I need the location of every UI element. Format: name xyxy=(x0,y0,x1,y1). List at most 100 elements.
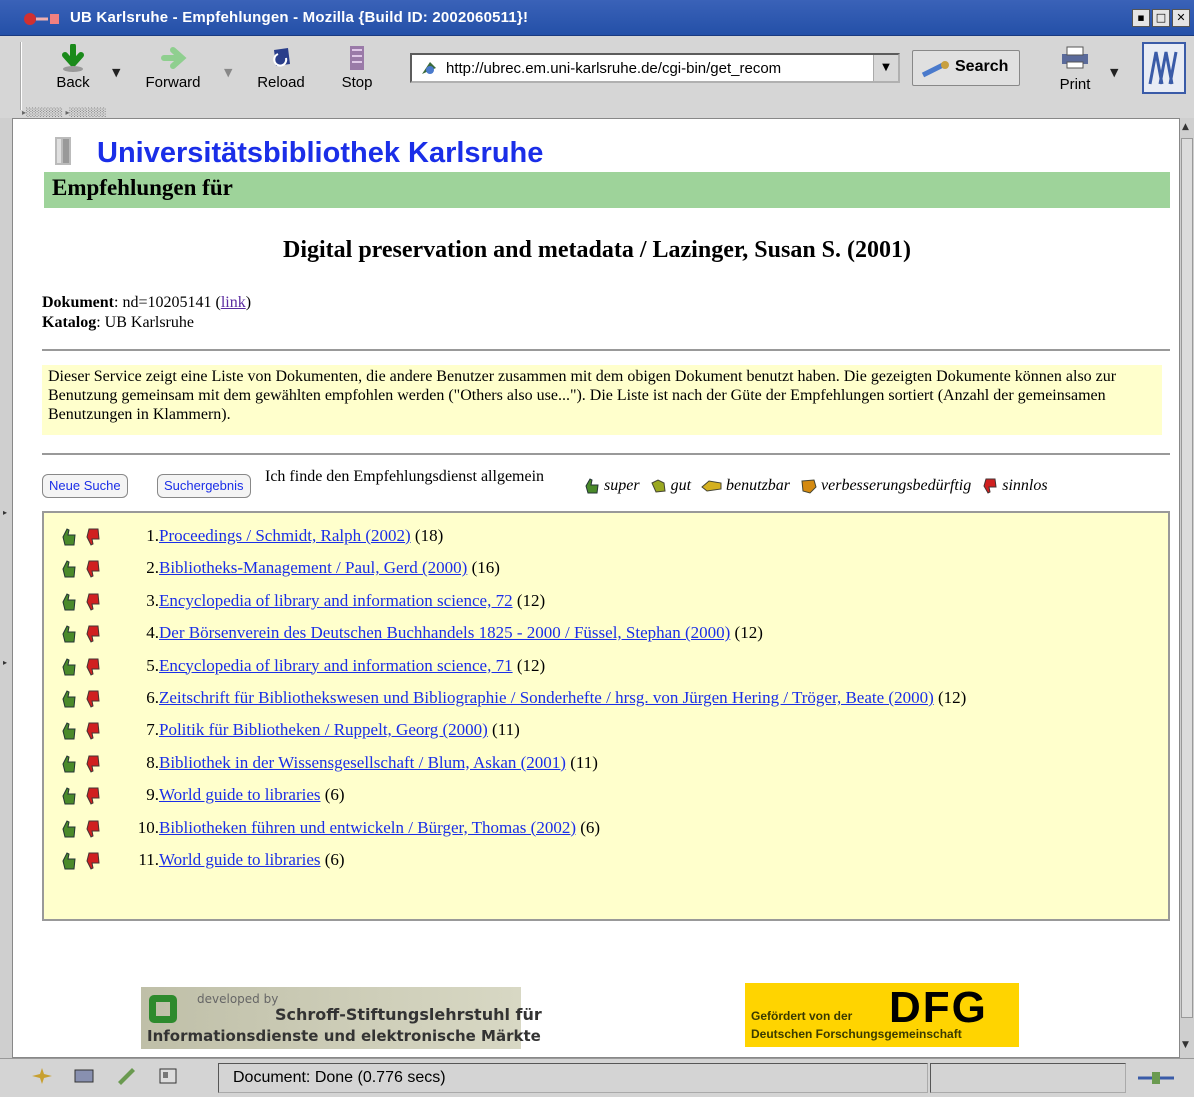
recommendation-number: 10. xyxy=(137,817,159,837)
recommendation-link[interactable]: Encyclopedia of library and information … xyxy=(159,591,513,610)
back-dropdown-icon[interactable]: ▼ xyxy=(112,66,120,79)
recommendation-number: 8. xyxy=(146,752,159,772)
scrollbar-thumb[interactable] xyxy=(1181,138,1193,1018)
hand-flat-icon xyxy=(701,480,722,492)
print-button[interactable]: Print xyxy=(1048,44,1102,100)
minimize-button[interactable]: ▪ xyxy=(1132,9,1150,27)
recommendation-row: 8.Bibliothek in der Wissensgesellschaft … xyxy=(44,752,1168,776)
title-bar: UB Karlsruhe - Empfehlungen - Mozilla {B… xyxy=(0,0,1194,36)
stop-icon xyxy=(350,46,364,70)
stop-button[interactable]: Stop xyxy=(322,44,392,100)
vertical-scrollbar[interactable]: ▲ ▼ xyxy=(1180,118,1194,1058)
reload-label: Reload xyxy=(257,74,305,91)
recommendation-link[interactable]: Zeitschrift für Bibliothekswesen und Bib… xyxy=(159,688,934,707)
print-dropdown-icon[interactable]: ▼ xyxy=(1110,66,1118,79)
url-text[interactable]: http://ubrec.em.uni-karlsruhe.de/cgi-bin… xyxy=(446,60,781,77)
recommendation-count: (6) xyxy=(324,785,345,805)
recommendation-number: 5. xyxy=(146,655,159,675)
url-dropdown-icon[interactable]: ▼ xyxy=(873,55,898,81)
reload-icon xyxy=(273,48,290,67)
printer-icon xyxy=(1062,46,1088,69)
katalog-label: Katalog xyxy=(42,314,97,331)
recommendation-row: 10.Bibliotheken führen und entwickeln / … xyxy=(44,817,1168,841)
legend-label: super xyxy=(604,477,640,494)
recommendation-count: (11) xyxy=(492,720,520,740)
online-status-icon[interactable] xyxy=(1136,1069,1176,1087)
lehrstuhl-name-line1: Schroff-Stiftungslehrstuhl für xyxy=(275,1005,542,1024)
toolbar-collapse-tabs[interactable]: ▸░░░░░░ ▸░░░░░░ xyxy=(22,108,142,118)
browser-window: UB Karlsruhe - Empfehlungen - Mozilla {B… xyxy=(0,0,1194,1097)
toolbar-grip[interactable] xyxy=(20,42,32,110)
recommendation-number: 3. xyxy=(146,590,159,610)
forward-label: Forward xyxy=(145,74,201,91)
sidebar-toggle-icon[interactable]: ▸ xyxy=(3,658,7,667)
recommendation-link[interactable]: World guide to libraries xyxy=(159,850,321,869)
recommendation-row: 2.Bibliotheks-Management / Paul, Gerd (2… xyxy=(44,557,1168,581)
recommendation-link[interactable]: Politik für Bibliotheken / Ruppelt, Geor… xyxy=(159,720,488,739)
rating-benutzbar[interactable]: benutzbar xyxy=(701,477,790,495)
recommendation-number: 1. xyxy=(146,526,159,545)
divider xyxy=(42,349,1170,351)
recommendation-number: 2. xyxy=(146,558,159,578)
thumbs-up-super-icon xyxy=(585,478,599,494)
mozilla-app-icon[interactable] xyxy=(22,11,62,27)
close-button[interactable]: ✕ xyxy=(1172,9,1190,27)
recommendation-count: (6) xyxy=(324,850,345,869)
sidebar-toggle-icon[interactable]: ▸ xyxy=(3,508,7,517)
thumbs-down-icon xyxy=(983,478,997,494)
recommendation-count: (12) xyxy=(734,623,763,643)
recommendation-link[interactable]: Bibliotheks-Management / Paul, Gerd (200… xyxy=(159,558,467,577)
scroll-up-icon[interactable]: ▲ xyxy=(1182,122,1189,132)
rating-super[interactable]: super xyxy=(583,477,640,495)
search-icon xyxy=(921,61,949,78)
rating-gut[interactable]: gut xyxy=(650,477,691,495)
search-results-button[interactable]: Suchergebnis xyxy=(157,474,251,498)
navigator-icon[interactable] xyxy=(30,1066,54,1086)
rating-sinnlos[interactable]: sinnlos xyxy=(981,477,1048,495)
new-search-button[interactable]: Neue Suche xyxy=(42,474,128,498)
address-book-icon[interactable] xyxy=(156,1066,180,1086)
schroff-lehrstuhl-logo[interactable]: developed by Schroff-Stiftungslehrstuhl … xyxy=(141,987,542,1049)
recommendation-link[interactable]: Der Börsenverein des Deutschen Buchhande… xyxy=(159,623,730,642)
reload-button[interactable]: Reload xyxy=(246,44,316,100)
recommendation-row: 4.Der Börsenverein des Deutschen Buchhan… xyxy=(44,622,1168,646)
developed-by-label: developed by xyxy=(197,992,279,1006)
forward-arrow-icon xyxy=(161,47,187,69)
recommendation-link[interactable]: Encyclopedia of library and information … xyxy=(159,656,513,675)
url-bar[interactable]: http://ubrec.em.uni-karlsruhe.de/cgi-bin… xyxy=(410,53,900,83)
document-link[interactable]: link xyxy=(221,294,246,311)
recommendation-count: (12) xyxy=(516,590,546,610)
status-text: Document: Done (0.776 secs) xyxy=(218,1063,928,1093)
recommendation-link[interactable]: Bibliothek in der Wissensgesellschaft / … xyxy=(159,753,566,772)
recommendation-link[interactable]: World guide to libraries xyxy=(159,785,321,804)
recommendation-link[interactable]: Proceedings / Schmidt, Ralph (2002) xyxy=(159,526,411,545)
status-bar: Document: Done (0.776 secs) xyxy=(0,1058,1194,1097)
rating-prompt: Ich finde den Empfehlungsdienst allgemei… xyxy=(265,468,545,485)
status-progress-cell xyxy=(930,1063,1126,1093)
recommendation-number: 11. xyxy=(138,850,159,869)
recommendation-count: (12) xyxy=(937,688,967,707)
composer-icon[interactable] xyxy=(114,1066,138,1086)
thumbs-up-gut-icon xyxy=(650,479,666,493)
scroll-down-icon[interactable]: ▼ xyxy=(1182,1040,1189,1050)
mozilla-throbber-icon[interactable] xyxy=(1142,42,1186,94)
recommendation-count: (11) xyxy=(570,752,598,772)
back-button[interactable]: Back xyxy=(38,44,108,100)
mail-icon[interactable] xyxy=(72,1066,96,1086)
stop-label: Stop xyxy=(341,74,373,91)
recommendation-row: 5.Encyclopedia of library and informatio… xyxy=(44,655,1168,679)
rating-verbesserungsbeduerftig[interactable]: verbesserungsbedürftig xyxy=(800,477,971,495)
forward-button[interactable]: Forward xyxy=(138,44,208,100)
dfg-full-name: Deutschen Forschungsgemeinschaft xyxy=(751,1027,962,1041)
recommendation-count: (12) xyxy=(516,655,546,675)
back-arrow-icon xyxy=(62,44,84,72)
search-label: Search xyxy=(955,58,1009,75)
search-button[interactable]: Search xyxy=(912,50,1020,86)
recommendation-list: 1.Proceedings / Schmidt, Ralph (2002) (1… xyxy=(42,511,1170,921)
recommendation-number: 9. xyxy=(146,785,159,805)
dfg-logo[interactable]: Gefördert von der DFG Deutschen Forschun… xyxy=(745,983,1019,1047)
forward-dropdown-icon[interactable]: ▼ xyxy=(224,66,232,79)
page-proxy-icon[interactable] xyxy=(420,60,438,76)
maximize-button[interactable]: □ xyxy=(1152,9,1170,27)
recommendation-link[interactable]: Bibliotheken führen und entwickeln / Bür… xyxy=(159,818,576,837)
